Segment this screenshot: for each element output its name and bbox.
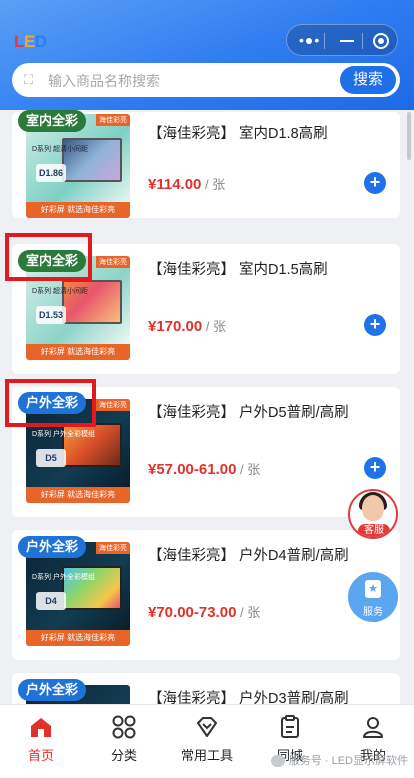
model-badge: D1.86	[36, 164, 66, 182]
price-value: ¥170.00	[148, 318, 203, 335]
category-tag: 室内全彩	[18, 110, 87, 132]
customer-service-label: 客服	[358, 524, 390, 537]
product-card[interactable]: 海佳彩亮 D系列 超清小间距 D1.86 好彩屏 就选海佳彩亮 室内全彩 【海佳…	[12, 110, 400, 218]
thumb-brand-tag: 海佳彩亮	[96, 256, 130, 268]
add-to-cart-button[interactable]: +	[364, 314, 386, 336]
diamond-icon	[197, 717, 217, 737]
thumb-slogan: 好彩屏 就选海佳彩亮	[26, 202, 130, 218]
price-unit: / 张	[201, 177, 226, 192]
tab-tools[interactable]: 常用工具	[177, 715, 237, 764]
tab-home[interactable]: 首页	[11, 715, 71, 764]
grid-icon	[112, 715, 136, 739]
model-badge: D5	[36, 449, 66, 467]
thumb-heading: D系列 超清小间距	[32, 288, 88, 295]
highlight-box	[5, 379, 96, 427]
highlight-box	[5, 233, 92, 281]
price-value: ¥114.00	[148, 176, 202, 193]
minimize-icon[interactable]	[340, 40, 354, 42]
close-target-icon[interactable]	[373, 33, 389, 49]
star-card-icon: ★	[365, 580, 381, 598]
product-card[interactable]: 海佳彩亮 D系列 户外全彩模组 D4 好彩屏 就选海佳彩亮 户外全彩 【海佳彩亮…	[12, 530, 400, 660]
model-badge: D4	[36, 592, 66, 610]
thumb-brand-tag: 海佳彩亮	[96, 114, 130, 126]
product-price: ¥70.00-73.00 / 张	[148, 602, 260, 621]
scrollbar[interactable]	[407, 112, 411, 160]
app-header: LED •●• ⛶ 输入商品名称搜索 搜索	[0, 0, 414, 110]
product-price: ¥57.00-61.00 / 张	[148, 459, 260, 478]
capsule-divider	[324, 33, 325, 49]
model-badge: D1.53	[36, 306, 66, 324]
search-button[interactable]: 搜索	[340, 66, 396, 94]
price-value: ¥57.00-61.00	[148, 461, 237, 478]
tab-label: 常用工具	[180, 748, 233, 763]
product-title[interactable]: 【海佳彩亮】 户外D4普刷/高刷	[148, 544, 349, 565]
price-unit: / 张	[202, 319, 227, 334]
category-tag: 户外全彩	[18, 679, 87, 701]
product-title[interactable]: 【海佳彩亮】 室内D1.5高刷	[148, 258, 328, 279]
thumb-slogan: 好彩屏 就选海佳彩亮	[26, 344, 130, 360]
price-unit: / 张	[236, 605, 261, 620]
product-card[interactable]: 户外全彩 【海佳彩亮】 户外D3普刷/高刷	[12, 673, 400, 704]
agent-face	[362, 495, 384, 521]
tab-label: 首页	[27, 748, 54, 763]
wechat-icon	[270, 755, 285, 768]
watermark: 服务号 · LED显示屏软件	[270, 752, 408, 768]
capsule-divider	[362, 33, 363, 49]
clipboard-icon	[281, 715, 299, 738]
thumb-slogan: 好彩屏 就选海佳彩亮	[26, 630, 130, 646]
thumb-heading: D系列 户外全彩模组	[32, 574, 95, 581]
customer-service-button[interactable]: 客服	[348, 489, 398, 539]
thumb-heading: D系列 户外全彩模组	[32, 431, 95, 438]
scan-icon[interactable]: ⛶	[24, 73, 38, 87]
home-icon	[31, 718, 51, 737]
add-to-cart-button[interactable]: +	[364, 172, 386, 194]
logo-letter-l: L	[14, 32, 24, 51]
tab-category[interactable]: 分类	[94, 715, 154, 764]
led-logo: LED	[14, 32, 47, 52]
thumb-heading: D系列 超清小间距	[32, 146, 88, 153]
product-title[interactable]: 【海佳彩亮】 室内D1.8高刷	[148, 122, 328, 143]
service-button[interactable]: ★ 服务	[348, 572, 398, 622]
mini-program-capsule: •●•	[286, 24, 398, 56]
price-unit: / 张	[236, 462, 261, 477]
logo-letter-d: D	[34, 32, 47, 51]
product-price: ¥170.00 / 张	[148, 316, 226, 335]
logo-letter-e: E	[23, 32, 35, 51]
product-title[interactable]: 【海佳彩亮】 户外D5普刷/高刷	[148, 401, 349, 422]
thumb-brand-tag: 海佳彩亮	[96, 399, 130, 411]
product-title[interactable]: 【海佳彩亮】 户外D3普刷/高刷	[148, 687, 349, 704]
watermark-text: 服务号 · LED显示屏软件	[288, 755, 408, 767]
tab-label: 分类	[110, 748, 137, 763]
thumb-slogan: 好彩屏 就选海佳彩亮	[26, 487, 130, 503]
add-to-cart-button[interactable]: +	[364, 457, 386, 479]
more-dots-icon[interactable]: •●•	[299, 32, 320, 48]
user-icon	[363, 717, 383, 738]
category-tag: 户外全彩	[18, 536, 87, 558]
price-value: ¥70.00-73.00	[148, 604, 237, 621]
search-bar[interactable]: ⛶ 输入商品名称搜索 搜索	[12, 63, 400, 97]
service-label: 服务	[363, 607, 383, 618]
product-price: ¥114.00 / 张	[148, 174, 225, 193]
search-input[interactable]: 输入商品名称搜索	[48, 71, 160, 91]
thumb-brand-tag: 海佳彩亮	[96, 542, 130, 554]
